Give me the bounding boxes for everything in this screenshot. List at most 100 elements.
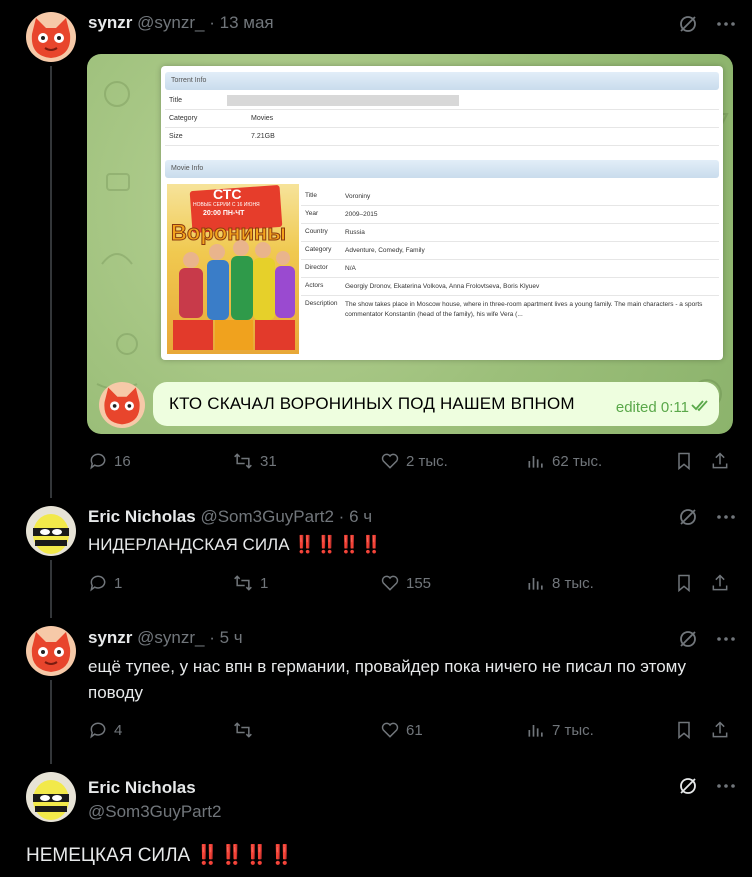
post-header: Eric Nicholas @Som3GuyPart2 · 6 ч: [88, 507, 372, 527]
timestamp[interactable]: 5 ч: [220, 628, 243, 647]
post-text-content: НИДЕРЛАНДСКАЯ СИЛА: [88, 535, 290, 554]
user-handle[interactable]: @synzr_: [137, 13, 204, 32]
share-button[interactable]: [710, 720, 730, 740]
avatar[interactable]: [26, 772, 76, 822]
chat-message-bubble: КТО СКАЧАЛ ВОРОНИНЫХ ПОД НАШЕМ ВПНОМ edi…: [153, 382, 719, 426]
torrent-row-key: Category: [169, 115, 198, 122]
avatar[interactable]: [26, 12, 76, 62]
like-button[interactable]: 2 тыс.: [380, 451, 448, 471]
reply-icon: [90, 722, 106, 739]
grok-icon[interactable]: [678, 629, 698, 654]
post-header: synzr @synzr_ · 13 мая: [88, 13, 274, 33]
reply-count: 1: [114, 574, 123, 592]
views-count: 62 тыс.: [552, 452, 603, 470]
views-button[interactable]: 62 тыс.: [526, 451, 602, 471]
thread-line: [50, 560, 52, 618]
movie-row: Director N/A: [301, 260, 719, 278]
post-header: synzr @synzr_ · 5 ч: [88, 628, 243, 648]
movie-row-key: Actors: [305, 282, 324, 289]
reply-button[interactable]: 16: [88, 451, 131, 471]
movie-row-key: Director: [305, 264, 328, 271]
movie-row-value: N/A: [345, 265, 356, 272]
like-button[interactable]: 61: [380, 720, 423, 740]
share-button[interactable]: [710, 573, 730, 593]
display-name[interactable]: Eric Nicholas: [88, 776, 221, 800]
movie-row-key: Title: [305, 192, 318, 199]
reply-button[interactable]: 4: [88, 720, 122, 740]
movie-row-key: Year: [305, 210, 319, 217]
display-name[interactable]: synzr: [88, 628, 132, 647]
views-count: 7 тыс.: [552, 721, 594, 739]
reply-count: 4: [114, 721, 123, 739]
movie-row-key: Country: [305, 228, 328, 235]
movie-row: Country Russia: [301, 224, 719, 242]
torrent-row-value: 7.21GB: [251, 133, 275, 140]
grok-icon[interactable]: [678, 776, 698, 801]
heart-icon: [381, 453, 399, 469]
reply-button[interactable]: 1: [88, 573, 122, 593]
movie-row-value: Georgiy Dronov, Ekaterina Volkova, Anna …: [345, 283, 540, 290]
user-handle[interactable]: @Som3GuyPart2: [200, 507, 333, 526]
views-icon: [528, 456, 543, 468]
repost-count: 31: [260, 452, 277, 470]
bookmark-button[interactable]: [674, 720, 694, 740]
more-icon[interactable]: [716, 507, 736, 532]
torrent-row: Category Movies: [165, 110, 719, 128]
bookmark-icon: [678, 574, 690, 593]
avatar[interactable]: [26, 506, 76, 556]
grok-icon[interactable]: [678, 14, 698, 39]
chat-message-status: edited 0:11: [615, 399, 689, 416]
post-text-content: НЕМЕЦКАЯ СИЛА: [26, 845, 191, 866]
torrent-row-key: Size: [169, 133, 183, 140]
like-count: 155: [406, 574, 432, 592]
display-name[interactable]: synzr: [88, 13, 132, 32]
user-handle[interactable]: @Som3GuyPart2: [88, 800, 221, 824]
repost-button[interactable]: [232, 720, 260, 740]
grok-icon[interactable]: [678, 507, 698, 532]
separator: ·: [209, 628, 215, 647]
timestamp[interactable]: 6 ч: [349, 507, 372, 526]
bookmark-button[interactable]: [674, 573, 694, 593]
heart-icon: [381, 722, 399, 738]
like-button[interactable]: 155: [380, 573, 431, 593]
movie-poster: СТС НОВЫЕ СЕРИИ С 16 ИЮНЯ 20:00 ПН-ЧТ Во…: [167, 184, 299, 354]
post-media-image[interactable]: Torrent Info Title Category Movies Size …: [87, 54, 733, 434]
display-name[interactable]: Eric Nicholas: [88, 507, 196, 526]
thread-line: [50, 66, 52, 498]
like-count: 2 тыс.: [406, 452, 448, 470]
share-button[interactable]: [710, 451, 730, 471]
more-icon[interactable]: [716, 776, 736, 801]
bookmark-button[interactable]: [674, 451, 694, 471]
torrent-screenshot: Torrent Info Title Category Movies Size …: [161, 66, 723, 360]
movie-row: Actors Georgiy Dronov, Ekaterina Volkova,…: [301, 278, 719, 296]
chat-avatar: [99, 382, 145, 428]
separator: ·: [338, 507, 345, 526]
views-button[interactable]: 7 тыс.: [526, 720, 594, 740]
avatar[interactable]: [26, 626, 76, 676]
post-actions: 1 1 155 8 тыс.: [88, 573, 730, 599]
views-button[interactable]: 8 тыс.: [526, 573, 594, 593]
repost-icon: [234, 453, 252, 469]
user-handle[interactable]: @synzr_: [137, 628, 204, 647]
double-exclamation-emoji: ‼️‼️‼️‼️: [195, 845, 295, 866]
bookmark-icon: [678, 721, 690, 740]
movie-row: Description The show takes place in Mosco…: [301, 296, 719, 324]
post-top-icons: [678, 776, 736, 801]
torrent-row: Title: [165, 92, 719, 110]
repost-icon: [234, 722, 252, 738]
torrent-row-key: Title: [169, 97, 182, 104]
repost-count: 1: [260, 574, 269, 592]
reply-icon: [90, 453, 106, 470]
more-icon[interactable]: [716, 629, 736, 654]
repost-icon: [234, 575, 252, 591]
movie-row-value: 2009–2015: [345, 211, 378, 218]
repost-button[interactable]: 1: [232, 573, 268, 593]
movie-row-key: Category: [305, 246, 332, 253]
more-icon[interactable]: [716, 14, 736, 39]
chat-message-text: КТО СКАЧАЛ ВОРОНИНЫХ ПОД НАШЕМ ВПНОМ: [169, 394, 575, 413]
repost-button[interactable]: 31: [232, 451, 277, 471]
post-actions: 4 61 7 тыс.: [88, 720, 730, 746]
timestamp[interactable]: 13 мая: [220, 13, 274, 32]
redacted-title: [227, 95, 459, 106]
post-text: НИДЕРЛАНДСКАЯ СИЛА ‼️‼️‼️‼️: [88, 532, 383, 558]
